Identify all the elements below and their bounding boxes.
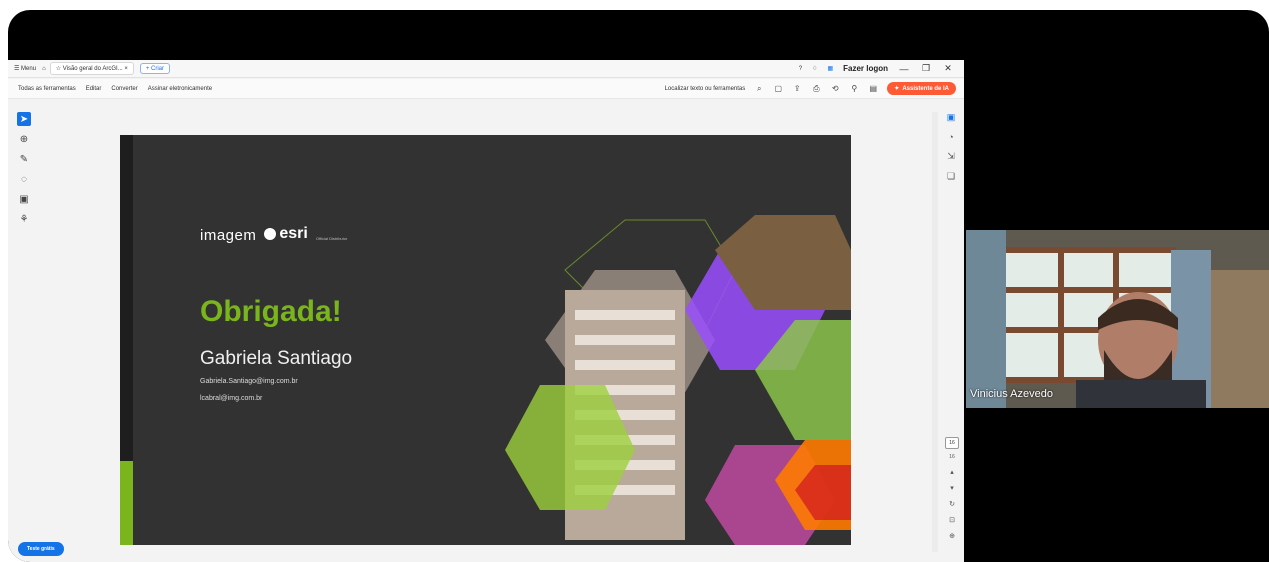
select-arrow-icon[interactable]: ➤ [17,112,31,126]
tab-title: Visão geral do ArcGI... [62,65,123,72]
link-icon[interactable]: ⚲ [849,84,859,93]
pages-icon[interactable]: ❏ [947,171,955,182]
presenter-name: Gabriela Santiago [200,348,353,369]
hexagon-image-collage [505,215,851,545]
left-toolbar: ➤ ⊕ ✎ ◌ ▣ ⚘ [14,112,34,226]
refresh-icon[interactable]: ↻ [949,500,955,508]
zoom-icon[interactable]: ⊕ [17,132,31,146]
slide-headline: Obrigada! [200,295,342,328]
new-tab-button[interactable]: + Criar [139,63,170,74]
ai-assistant-label: Assistente de IA [902,85,949,92]
menu-button[interactable]: ☰ Menu [14,65,37,73]
crop-icon[interactable]: ▣ [17,192,31,206]
slide-green-accent [120,461,133,545]
slide-page: imagem esri Official Distributor Obrigad… [120,135,851,545]
document-tab[interactable]: ☆ Visão geral do ArcGI... × [49,62,134,75]
menu-item-convert[interactable]: Converter [111,86,137,92]
menu-item-sign[interactable]: Assinar eletronicamente [148,86,212,92]
save-icon[interactable]: ▤ [868,84,878,93]
logo-esri: esri [264,225,308,243]
lasso-icon[interactable]: ◌ [17,172,31,186]
logo-esri-text: esri [279,225,308,242]
ai-assistant-button[interactable]: ✦ Assistente de IA [887,82,956,95]
window-close-icon[interactable]: ✕ [942,63,954,74]
zoom-page-icon[interactable]: ⊕ [949,532,955,540]
secondary-email: lcabral@img.com.br [200,395,263,402]
page-total: 16 [949,454,955,460]
star-icon: ☆ [55,66,63,72]
comment-icon[interactable]: ▢ [773,84,783,93]
participant-name: Vinicius Azevedo [970,388,1053,400]
logo-distributor-text: Official Distributor [315,236,348,241]
maximize-icon[interactable]: ❐ [920,63,932,74]
screen-share-frame: ☰ Menu ⌂ ☆ Visão geral do ArcGI... × + C… [8,10,1269,562]
sparkle-icon: ✦ [894,86,900,92]
logo-imagem: imagem [200,227,257,244]
home-icon[interactable]: ⌂ [42,66,46,72]
hamburger-icon: ☰ [14,66,22,72]
minimize-icon[interactable]: — [898,64,910,74]
upload-icon[interactable]: ⇪ [792,84,802,93]
page-number-input[interactable]: 16 [945,437,959,449]
share-icon[interactable]: ⟲ [830,84,840,93]
menu-bar: Todas as ferramentas Editar Converter As… [8,79,964,99]
menu-item-all-tools[interactable]: Todas as ferramentas [18,86,76,92]
title-bar: ☰ Menu ⌂ ☆ Visão geral do ArcGI... × + C… [8,60,964,78]
help-icon[interactable]: ? [799,66,802,72]
company-logo: imagem esri Official Distributor [200,225,347,244]
close-icon[interactable]: × [123,66,128,72]
export-icon[interactable]: ⇲ [947,151,955,162]
presenter-email: Gabriela.Santiago@img.com.br [200,378,298,385]
participant-video-tile: Vinicius Azevedo [966,230,1269,408]
menu-item-edit[interactable]: Editar [86,86,102,92]
page-up-icon[interactable]: ▴ [950,468,954,476]
stamp-icon[interactable]: ⚘ [17,212,31,226]
video-frame [966,230,1269,408]
apps-icon[interactable]: ▦ [827,65,833,72]
comments-icon[interactable]: ◔ [948,132,953,142]
menu-label: Menu [21,65,37,72]
vertical-scrollbar[interactable] [932,112,938,552]
globe-icon [264,228,277,240]
pdf-viewer-window: ☰ Menu ⌂ ☆ Visão geral do ArcGI... × + C… [8,60,964,562]
search-icon[interactable]: ⌕ [754,84,764,94]
pen-icon[interactable]: ✎ [17,152,31,166]
login-button[interactable]: Fazer logon [843,64,888,73]
new-tab-label: Criar [151,65,164,72]
fit-page-icon[interactable]: ⊡ [949,516,955,524]
bell-icon[interactable]: ♢ [812,65,817,72]
print-icon[interactable]: ⎙ [811,84,821,94]
free-trial-button[interactable]: Teste grátis [18,542,64,556]
page-navigation: ▴ ▾ ↻ ⊡ ⊕ [945,468,959,540]
page-down-icon[interactable]: ▾ [950,484,954,492]
panel-toggle-icon[interactable]: ▣ [947,112,956,123]
search-tools-label[interactable]: Localizar texto ou ferramentas [665,86,746,92]
